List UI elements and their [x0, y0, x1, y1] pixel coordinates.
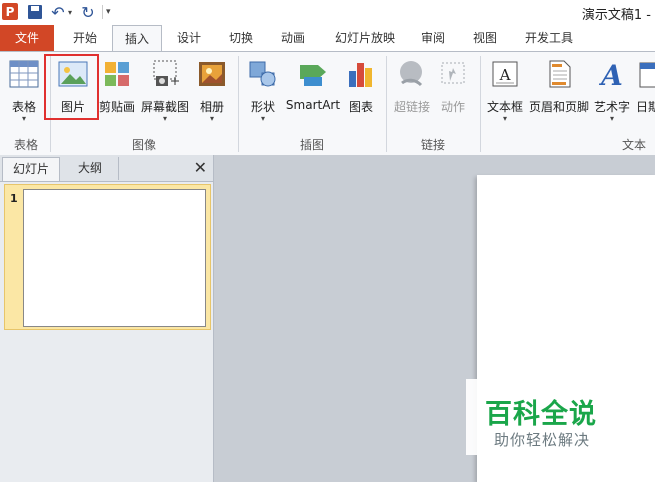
slide-thumbnail[interactable]	[23, 189, 206, 327]
tab-transitions[interactable]: 切换	[217, 25, 265, 51]
smartart-icon	[298, 59, 328, 89]
tab-developer[interactable]: 开发工具	[515, 25, 583, 51]
shapes-button[interactable]: 形状 ▾	[244, 56, 282, 128]
textbox-button[interactable]: A 文本框 ▾	[484, 56, 526, 128]
hyperlink-button-label: 超链接	[393, 100, 430, 114]
table-button[interactable]: 表格 ▾	[4, 56, 44, 128]
action-icon	[438, 59, 468, 89]
date-button[interactable]: 日期	[634, 56, 655, 128]
chevron-down-icon: ▾	[609, 114, 614, 123]
undo-dropdown-icon[interactable]: ▾	[68, 3, 72, 21]
album-icon	[197, 59, 227, 89]
table-button-label: 表格	[11, 100, 36, 114]
chart-icon	[346, 59, 376, 89]
save-icon[interactable]	[28, 5, 42, 19]
svg-text:A: A	[598, 59, 623, 89]
undo-icon[interactable]: ↶	[50, 3, 66, 22]
ribbon-tabs: 文件 开始 插入 设计 切换 动画 幻灯片放映 审阅 视图 开发工具	[0, 25, 655, 53]
group-separator	[480, 56, 481, 152]
tab-outline[interactable]: 大纲	[62, 157, 119, 180]
clipart-icon	[102, 59, 132, 89]
tab-home[interactable]: 开始	[60, 25, 110, 51]
chart-button-label: 图表	[348, 100, 373, 114]
window-title: 演示文稿1 -	[581, 8, 651, 23]
title-bar: P ↶ ▾ ↻ ▾ 演示文稿1 -	[0, 0, 655, 25]
powerpoint-logo-icon[interactable]: P	[2, 3, 18, 20]
tab-view[interactable]: 视图	[460, 25, 510, 51]
header-footer-button-label: 页眉和页脚	[528, 100, 589, 114]
clipart-button-label: 剪贴画	[98, 100, 135, 114]
svg-text:A: A	[499, 66, 511, 84]
screenshot-button[interactable]: 屏幕截图 ▾	[139, 56, 191, 128]
screenshot-button-label: 屏幕截图	[140, 100, 189, 114]
chevron-down-icon: ▾	[502, 114, 507, 123]
action-button-label: 动作	[440, 100, 465, 114]
tab-file[interactable]: 文件	[0, 25, 54, 51]
shapes-button-label: 形状	[250, 100, 275, 114]
smartart-button[interactable]: SmartArt	[285, 56, 341, 128]
smartart-button-label: SmartArt	[285, 98, 341, 112]
textbox-button-label: 文本框	[486, 100, 523, 114]
album-button[interactable]: 相册 ▾	[195, 56, 229, 128]
tab-review[interactable]: 审阅	[408, 25, 458, 51]
chevron-down-icon: ▾	[21, 114, 26, 123]
hyperlink-icon	[397, 59, 427, 89]
header-footer-icon	[544, 59, 574, 89]
chart-button[interactable]: 图表	[344, 56, 378, 128]
slides-pane-tabs: 幻灯片 大纲 ✕	[0, 155, 213, 182]
chevron-down-icon: ▾	[209, 114, 214, 123]
chevron-down-icon: ▾	[162, 114, 167, 123]
group-label-images: 图像	[131, 138, 156, 152]
hyperlink-button[interactable]: 超链接	[392, 56, 432, 128]
date-icon	[638, 59, 655, 89]
group-label-links: 链接	[420, 138, 445, 152]
close-icon[interactable]: ✕	[194, 158, 207, 177]
tab-animations[interactable]: 动画	[268, 25, 318, 51]
album-button-label: 相册	[199, 100, 224, 114]
tab-slides[interactable]: 幻灯片	[2, 157, 60, 181]
quick-access-separator	[102, 5, 103, 19]
watermark-logo-text: 百科全说	[485, 399, 597, 430]
watermark-tagline: 助你轻松解决	[494, 431, 591, 449]
wordart-button-label: 艺术字	[593, 100, 630, 114]
tab-design[interactable]: 设计	[165, 25, 213, 51]
customize-quick-access-icon[interactable]: ▾	[106, 3, 111, 21]
group-label-illustrations: 插图	[299, 138, 324, 152]
tab-slideshow[interactable]: 幻灯片放映	[322, 25, 408, 51]
action-button[interactable]: 动作	[434, 56, 472, 128]
group-label-text: 文本	[621, 138, 646, 152]
tab-insert[interactable]: 插入	[112, 25, 162, 53]
group-label-table: 表格	[13, 138, 38, 152]
textbox-icon: A	[490, 59, 520, 89]
screenshot-icon	[150, 59, 180, 89]
table-icon	[9, 59, 39, 89]
wordart-button[interactable]: A 艺术字 ▾	[592, 56, 632, 128]
header-footer-button[interactable]: 页眉和页脚	[528, 56, 590, 128]
slide-number: 1	[10, 192, 18, 205]
chevron-down-icon: ▾	[260, 114, 265, 123]
redo-icon[interactable]: ↻	[80, 3, 96, 22]
date-button-label: 日期	[636, 100, 655, 114]
shapes-icon	[248, 59, 278, 89]
clipart-button[interactable]: 剪贴画	[97, 56, 137, 128]
wordart-icon: A	[597, 59, 627, 92]
picture-button-highlight	[44, 54, 99, 120]
